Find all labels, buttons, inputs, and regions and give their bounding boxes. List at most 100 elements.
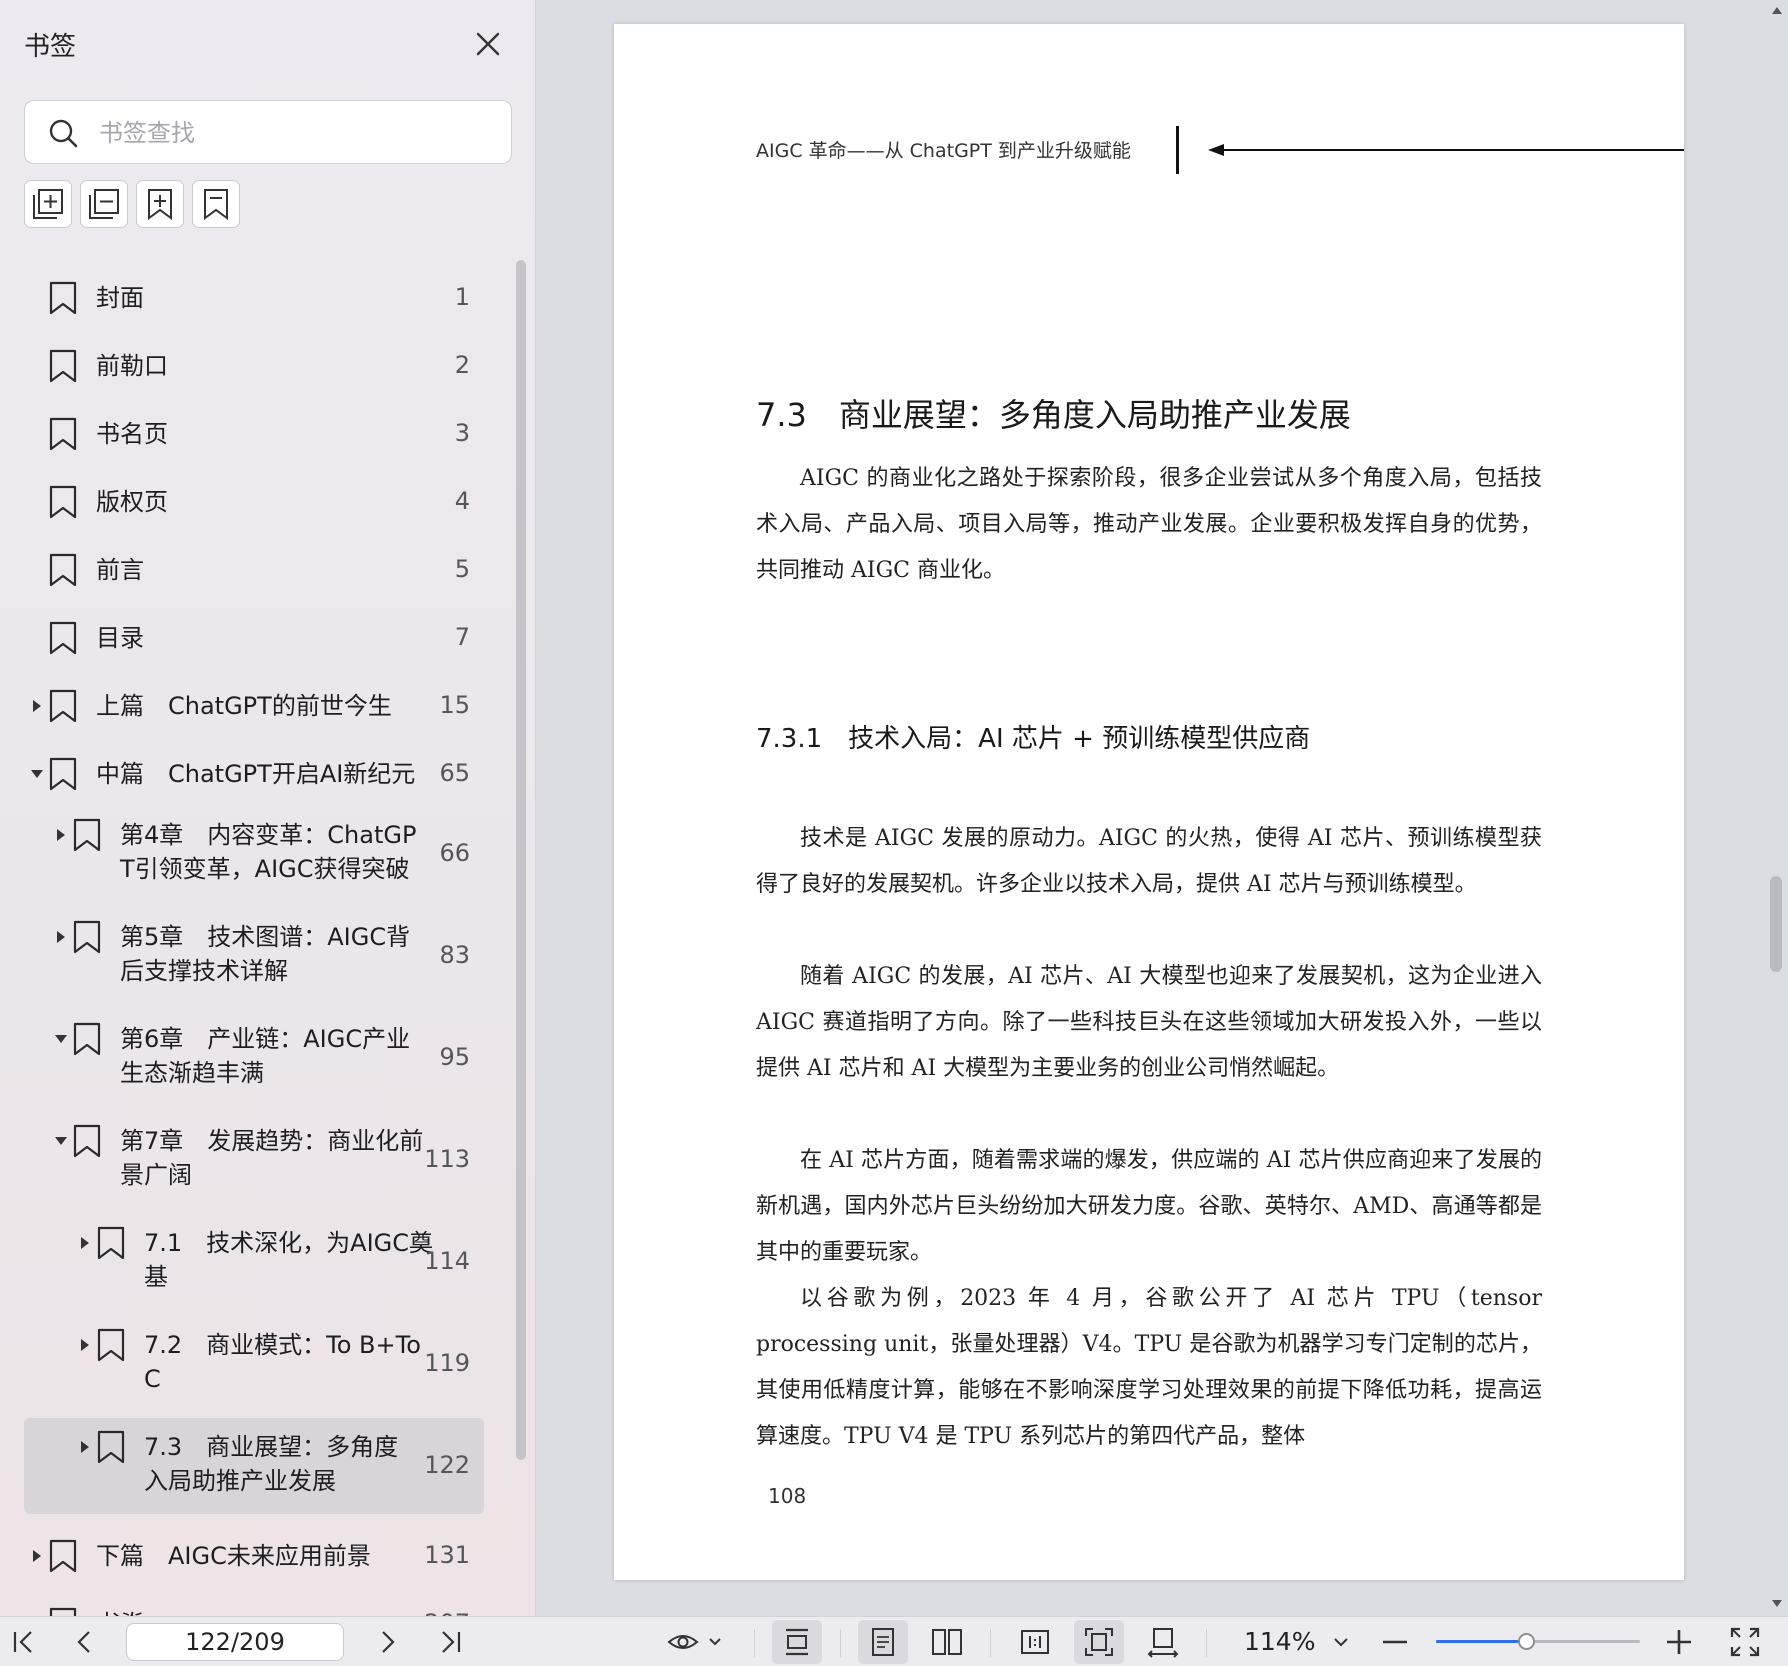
continuous-scroll-icon <box>786 1628 808 1656</box>
bookmark-item[interactable]: 目录 7 <box>24 608 484 668</box>
bookmark-label-line: 书名页 <box>96 420 168 448</box>
bookmark-icon <box>97 1226 125 1260</box>
bookmark-item[interactable]: 版权页 4 <box>24 472 484 532</box>
eye-icon <box>667 1635 721 1649</box>
paragraph: 在 AI 芯片方面，随着需求端的爆发，供应端的 AI 芯片供应商迎来了发展的新机… <box>756 1148 1542 1265</box>
bookmark-item[interactable]: 第5章 技术图谱：AIGC背 后支撑技术详解 83 <box>24 908 484 1004</box>
close-icon[interactable] <box>472 28 504 60</box>
bookmark-item[interactable]: 书名页 3 <box>24 404 484 464</box>
bookmark-search-input[interactable] <box>99 113 489 153</box>
bookmark-label-line: 第7章 发展趋势：商业化前 <box>120 1127 424 1155</box>
two-page-button[interactable] <box>930 1625 964 1659</box>
bookmark-label-line: 7.3 商业展望：多角度 <box>144 1433 399 1461</box>
bookmark-search-box[interactable] <box>24 100 512 164</box>
zoom-slider-handle[interactable] <box>1517 1633 1535 1650</box>
bookmark-item[interactable]: 7.2 商业模式：To B+To C 119 <box>24 1316 484 1412</box>
running-head: AIGC 革命——从 ChatGPT 到产业升级赋能 <box>756 140 1131 162</box>
single-page-button[interactable] <box>858 1620 908 1664</box>
bookmark-label: 第5章 技术图谱：AIGC背 后支撑技术详解 <box>120 920 410 988</box>
zoom-out-button[interactable] <box>1378 1625 1412 1659</box>
caret-right-icon[interactable] <box>54 930 68 944</box>
bookmark-icon <box>49 1607 77 1616</box>
scroll-up-icon[interactable] <box>1770 4 1784 16</box>
bookmark-icon <box>49 417 77 451</box>
continuous-scroll-button[interactable] <box>772 1620 822 1664</box>
bookmark-label: 前勒口 <box>96 349 168 383</box>
bookmark-item[interactable]: 第7章 发展趋势：商业化前 景广阔 113 <box>24 1112 484 1208</box>
bottom-toolbar: 114% <box>0 1616 1788 1666</box>
bookmark-icon <box>49 689 77 723</box>
add-bookmark-button[interactable] <box>136 180 184 228</box>
first-page-button[interactable] <box>6 1625 40 1659</box>
section-title: 7.3 商业展望：多角度入局助推产业发展 <box>756 396 1351 434</box>
bookmark-icon <box>97 1328 125 1362</box>
bookmark-label: 第6章 产业链：AIGC产业 生态渐趋丰满 <box>120 1022 410 1090</box>
bookmark-item[interactable]: 7.3 商业展望：多角度 入局助推产业发展 122 <box>24 1418 484 1514</box>
document-scrollbar[interactable] <box>1770 876 1782 972</box>
bookmark-page-number: 95 <box>439 1043 470 1071</box>
bookmark-icon <box>97 1430 125 1464</box>
last-page-button[interactable] <box>434 1625 468 1659</box>
bookmark-page-number: 131 <box>424 1541 470 1569</box>
bookmark-page-number: 2 <box>454 351 470 379</box>
collapse-all-button[interactable] <box>80 180 128 228</box>
bookmark-label-line: 景广阔 <box>120 1161 192 1189</box>
bookmark-item[interactable]: 封面 1 <box>24 268 484 328</box>
bookmark-item[interactable]: 前勒口 2 <box>24 336 484 396</box>
page-number-field[interactable] <box>126 1623 344 1661</box>
expand-all-icon <box>33 189 63 219</box>
bookmark-label: 版权页 <box>96 485 168 519</box>
bookmark-page-number: 4 <box>454 487 470 515</box>
bookmark-label-line: 前勒口 <box>96 352 168 380</box>
two-page-icon <box>932 1629 962 1655</box>
fit-page-button[interactable] <box>1074 1620 1124 1664</box>
actual-size-icon <box>1021 1630 1049 1654</box>
caret-right-icon[interactable] <box>78 1338 92 1352</box>
subsection-title: 7.3.1 技术入局：AI 芯片 + 预训练模型供应商 <box>756 724 1311 754</box>
expand-all-button[interactable] <box>24 180 72 228</box>
bookmark-icon <box>73 1022 101 1056</box>
sidebar-title: 书签 <box>24 32 77 62</box>
single-page-icon <box>872 1628 894 1656</box>
bookmark-list: 封面 1 前勒口 2 书名页 3 版权页 4 前言 5 目录 7 上篇 ChatGPT的前世今生 15 中篇… <box>0 250 500 1616</box>
bookmark-item[interactable]: 书脊 207 <box>24 1594 484 1616</box>
bookmark-icon <box>49 757 77 791</box>
previous-page-button[interactable] <box>68 1625 102 1659</box>
bookmark-label-line: T引领变革，AIGC获得突破 <box>120 855 410 883</box>
bookmark-item[interactable]: 下篇 AIGC未来应用前景 131 <box>24 1526 484 1586</box>
bookmark-item[interactable]: 第4章 内容变革：ChatGP T引领变革，AIGC获得突破 66 <box>24 806 484 902</box>
scroll-down-icon[interactable] <box>1770 1598 1784 1610</box>
bookmark-item[interactable]: 中篇 ChatGPT开启AI新纪元 65 <box>24 744 484 804</box>
bookmark-icon <box>73 1124 101 1158</box>
next-page-button[interactable] <box>370 1625 404 1659</box>
bookmark-item[interactable]: 上篇 ChatGPT的前世今生 15 <box>24 676 484 736</box>
caret-right-icon[interactable] <box>78 1236 92 1250</box>
zoom-in-button[interactable] <box>1662 1625 1696 1659</box>
caret-right-icon[interactable] <box>78 1440 92 1454</box>
bookmark-icon <box>73 920 101 954</box>
caret-down-icon[interactable] <box>54 1134 68 1148</box>
fit-width-button[interactable] <box>1146 1625 1180 1659</box>
zoom-dropdown-button[interactable] <box>1326 1625 1356 1659</box>
bookmark-item[interactable]: 前言 5 <box>24 540 484 600</box>
bookmark-label-line: 前言 <box>96 556 144 584</box>
zoom-level[interactable]: 114% <box>1244 1627 1315 1656</box>
bookmark-button[interactable] <box>192 180 240 228</box>
fullscreen-button[interactable] <box>1728 1625 1762 1659</box>
bookmark-page-number: 7 <box>454 623 470 651</box>
caret-down-icon[interactable] <box>30 767 44 781</box>
bookmark-page-number: 83 <box>439 941 470 969</box>
bookmark-item[interactable]: 7.1 技术深化，为AIGC奠基 114 <box>24 1214 484 1310</box>
caret-right-icon[interactable] <box>54 828 68 842</box>
bookmark-page-number: 66 <box>439 839 470 867</box>
bookmark-item[interactable]: 第6章 产业链：AIGC产业 生态渐趋丰满 95 <box>24 1010 484 1106</box>
caret-right-icon[interactable] <box>30 699 44 713</box>
zoom-slider[interactable] <box>1436 1633 1640 1650</box>
view-mode-button[interactable] <box>666 1625 726 1659</box>
caret-right-icon[interactable] <box>30 1549 44 1563</box>
document-page: AIGC 革命——从 ChatGPT 到产业升级赋能 7.3 商业展望：多角度入… <box>614 24 1684 1580</box>
actual-size-button[interactable] <box>1018 1625 1052 1659</box>
caret-down-icon[interactable] <box>54 1032 68 1046</box>
bookmark-label: 封面 <box>96 281 144 315</box>
sidebar-scrollbar[interactable] <box>516 260 526 1460</box>
